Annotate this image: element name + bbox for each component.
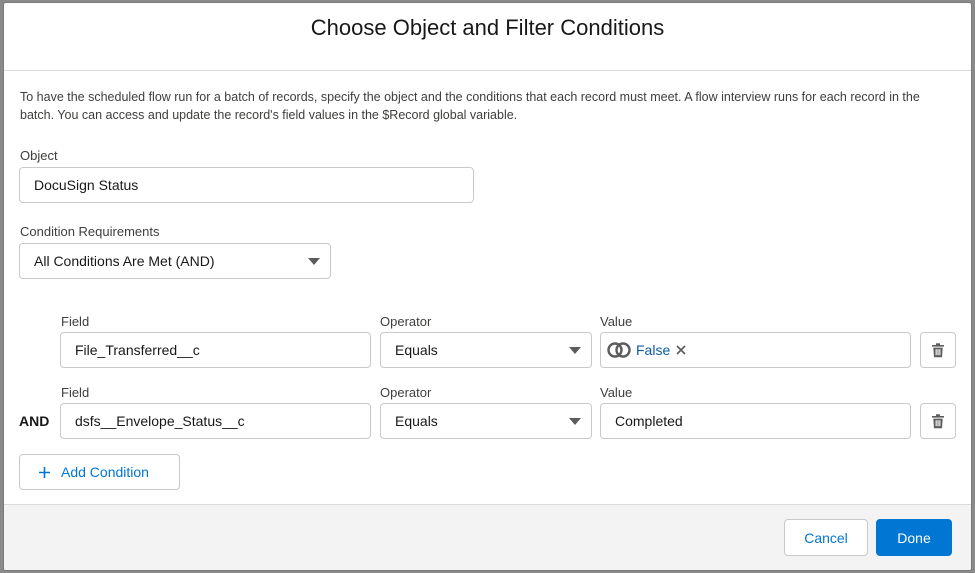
field-label: Field [61,385,90,400]
chevron-down-icon [308,257,320,265]
operator-value: Equals [395,413,438,429]
value-input[interactable]: Completed [600,403,911,439]
add-condition-label: Add Condition [61,464,149,480]
modal-body: To have the scheduled flow run for a bat… [4,71,971,505]
delete-condition-button[interactable] [920,332,956,368]
object-input[interactable]: DocuSign Status [19,167,474,203]
operator-label: Operator [380,385,432,400]
modal-title: Choose Object and Filter Conditions [310,15,665,41]
value-label: Value [600,314,633,329]
operator-select[interactable]: Equals [380,403,592,439]
modal-header: Choose Object and Filter Conditions [4,3,971,71]
operator-label: Operator [380,314,432,329]
value-label: Value [600,385,633,400]
chevron-down-icon [569,417,581,425]
modal-description: To have the scheduled flow run for a bat… [20,90,920,122]
field-input-value: dsfs__Envelope_Status__c [75,413,245,429]
field-input-value: File_Transferred__c [75,342,200,358]
chevron-down-icon [569,346,581,354]
filter-conditions-modal: Choose Object and Filter Conditions To h… [3,2,972,571]
done-button[interactable]: Done [876,519,952,556]
field-input[interactable]: dsfs__Envelope_Status__c [60,403,371,439]
field-label: Field [61,314,90,329]
delete-condition-button[interactable] [920,403,956,439]
operator-value: Equals [395,342,438,358]
field-input[interactable]: File_Transferred__c [60,332,371,368]
object-label: Object [20,148,58,163]
value-input-value: Completed [615,413,683,429]
condition-requirements-label: Condition Requirements [20,224,160,239]
operator-select[interactable]: Equals [380,332,592,368]
trash-icon [932,413,944,428]
condition-requirements-select[interactable]: All Conditions Are Met (AND) [19,243,331,279]
condition-requirements-value: All Conditions Are Met (AND) [34,253,215,269]
and-operator-label: AND [19,413,50,429]
plus-icon [39,466,50,478]
value-pill-label: False [636,342,671,358]
close-icon[interactable] [675,344,687,356]
cancel-button[interactable]: Cancel [784,519,868,556]
add-condition-button[interactable]: Add Condition [19,454,180,490]
trash-icon [932,342,944,357]
modal-footer: Cancel Done [4,504,971,570]
global-constant-icon [607,342,631,358]
object-input-value: DocuSign Status [34,177,139,193]
value-input[interactable]: False [600,332,911,368]
value-pill: False [607,342,687,358]
